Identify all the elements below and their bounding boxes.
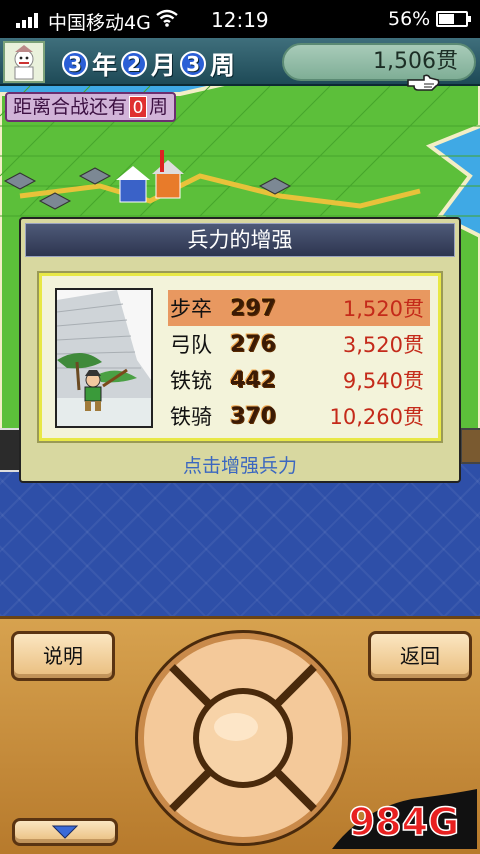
status-bar: 中国移动4G 12:19 56% [0, 0, 480, 38]
clock: 12:19 [211, 8, 269, 32]
watermark-text: 984G [349, 800, 460, 844]
countdown-prefix: 距离合战还有 [13, 96, 128, 118]
troop-name: 铁铳 [170, 369, 212, 393]
troop-name: 弓队 [170, 333, 212, 357]
direction-pad[interactable] [132, 627, 354, 849]
troop-row-cavalry[interactable]: 铁骑 370 10,260贯 [168, 398, 430, 434]
wifi-icon [156, 9, 178, 27]
back-button[interactable]: 返回 [368, 631, 472, 681]
game-date: 3 年 2 月 3 周 [62, 46, 235, 82]
troop-price: 1,520贯 [342, 297, 424, 321]
troop-count: 297 [230, 295, 276, 321]
carrier-name: 中国移动4G [48, 12, 151, 34]
dialog-title: 兵力的增强 [25, 223, 455, 257]
troop-count: 276 [230, 331, 276, 357]
year-unit: 年 [92, 51, 118, 80]
troop-price: 3,520贯 [342, 333, 424, 357]
lord-portrait-icon [5, 43, 43, 81]
battle-countdown: 距离合战还有 0 周 [5, 92, 177, 122]
countdown-suffix: 周 [149, 96, 169, 118]
month-unit: 月 [151, 51, 177, 80]
troop-price: 10,260贯 [329, 405, 424, 429]
reinforce-dialog: 兵力的增强 步卒 297 1,520贯 弓队 276 3,520贯 铁铳 442… [19, 217, 461, 483]
avatar[interactable] [3, 41, 45, 83]
week-number: 3 [180, 51, 207, 77]
troop-count: 442 [230, 367, 276, 393]
troop-price: 9,540贯 [342, 369, 424, 393]
month-number: 2 [121, 51, 148, 77]
signal-icon [16, 12, 38, 28]
countdown-number: 0 [129, 96, 148, 118]
hand-pointer-icon [407, 74, 440, 91]
menu-down-button[interactable] [12, 818, 118, 846]
battery-icon [436, 11, 471, 27]
troop-row-infantry[interactable]: 步卒 297 1,520贯 [168, 290, 430, 326]
troop-row-gunners[interactable]: 铁铳 442 9,540贯 [168, 362, 430, 398]
troop-row-archers[interactable]: 弓队 276 3,520贯 [168, 326, 430, 362]
week-unit: 周 [210, 51, 236, 80]
year-number: 3 [62, 51, 88, 77]
troop-name: 铁骑 [170, 405, 212, 429]
side-panel-right [460, 428, 480, 464]
control-pad: 说明 返回 984G [0, 616, 480, 854]
soldier-illustration-icon [57, 290, 151, 426]
dialog-hint: 点击增强兵力 [182, 455, 297, 477]
help-button[interactable]: 说明 [11, 631, 115, 681]
watermark-logo: 984G [332, 789, 477, 849]
soldier-portrait [55, 288, 153, 428]
troop-name: 步卒 [170, 297, 212, 321]
troop-panel: 步卒 297 1,520贯 弓队 276 3,520贯 铁铳 442 9,540… [37, 271, 443, 443]
troop-count: 370 [230, 403, 276, 429]
chevron-down-icon [51, 825, 79, 839]
battery-percent: 56% [388, 8, 431, 30]
troop-list: 步卒 297 1,520贯 弓队 276 3,520贯 铁铳 442 9,540… [168, 290, 430, 434]
gold-counter: 1,506贯 [282, 43, 476, 81]
